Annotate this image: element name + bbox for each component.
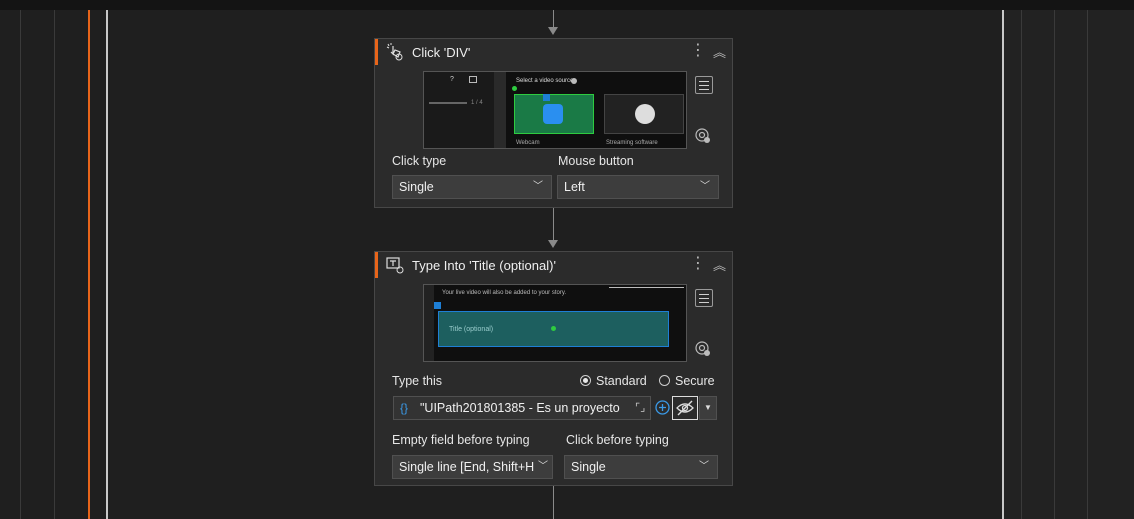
expand-editor-icon[interactable]: ⌜⌟ xyxy=(635,397,645,419)
guide-line xyxy=(1054,10,1055,519)
click-before-select[interactable]: Single ﹀ xyxy=(564,455,718,479)
card-header[interactable]: Type Into 'Title (optional)' ⋮ ︽ xyxy=(375,252,732,278)
more-options-icon[interactable]: ⋮ xyxy=(690,43,706,59)
mouse-button-label: Mouse button xyxy=(558,154,634,168)
target-screenshot: Your live video will also be added to yo… xyxy=(423,284,687,362)
collapse-icon[interactable]: ︽ xyxy=(713,42,726,61)
chevron-down-icon[interactable]: ▼ xyxy=(699,396,717,420)
hidden-eye-icon[interactable] xyxy=(672,396,698,420)
empty-field-label: Empty field before typing xyxy=(392,433,530,447)
guide-line xyxy=(54,10,55,519)
type-this-input[interactable]: {} "UIPath201801385 - Es un proyecto ⌜⌟ xyxy=(393,396,651,420)
chevron-down-icon: ﹀ xyxy=(538,461,548,472)
card-title: Click 'DIV' xyxy=(412,44,471,60)
flow-connector xyxy=(553,208,554,241)
type-into-activity-icon xyxy=(386,256,404,274)
card-title: Type Into 'Title (optional)' xyxy=(412,257,556,273)
mode-secure-radio[interactable]: Secure xyxy=(659,374,715,388)
chevron-down-icon: ﹀ xyxy=(700,181,710,192)
expression-icon: {} xyxy=(400,401,409,415)
chevron-down-icon: ﹀ xyxy=(533,181,543,192)
click-before-label: Click before typing xyxy=(566,433,669,447)
menu-icon[interactable] xyxy=(695,76,713,94)
right-pane xyxy=(1004,10,1134,519)
chevron-down-icon: ﹀ xyxy=(699,461,709,472)
empty-field-select[interactable]: Single line [End, Shift+H ﹀ xyxy=(392,455,553,479)
highlighted-target xyxy=(514,94,594,134)
collapse-icon[interactable]: ︽ xyxy=(713,255,726,274)
guide-line xyxy=(20,10,21,519)
top-bar xyxy=(0,0,1134,10)
click-type-label: Click type xyxy=(392,154,447,168)
type-this-label: Type this xyxy=(392,374,443,388)
flow-arrow xyxy=(548,27,558,35)
selected-branch-line xyxy=(88,10,90,519)
sequence-border-line xyxy=(1002,10,1004,519)
plus-circle-icon[interactable] xyxy=(655,400,670,415)
click-type-select[interactable]: Single ﹀ xyxy=(392,175,552,199)
type-into-activity-card[interactable]: Type Into 'Title (optional)' ⋮ ︽ Your li… xyxy=(374,251,733,486)
more-options-icon[interactable]: ⋮ xyxy=(690,256,706,272)
flow-connector xyxy=(553,486,554,519)
target-screenshot: ? 1 / 4 Select a video source Webcam Str… xyxy=(423,71,687,149)
click-activity-icon xyxy=(386,43,404,61)
highlighted-target: Title (optional) xyxy=(438,311,669,347)
click-activity-card[interactable]: Click 'DIV' ⋮ ︽ ? 1 / 4 Select a video s… xyxy=(374,38,733,208)
indicate-target-icon[interactable] xyxy=(695,128,711,144)
flow-connector xyxy=(553,10,554,28)
mouse-button-select[interactable]: Left ﹀ xyxy=(557,175,719,199)
mode-standard-radio[interactable]: Standard xyxy=(580,374,647,388)
indicate-target-icon[interactable] xyxy=(695,341,711,357)
flow-arrow xyxy=(548,240,558,248)
guide-line xyxy=(1021,10,1022,519)
guide-line xyxy=(1087,10,1088,519)
card-header[interactable]: Click 'DIV' ⋮ ︽ xyxy=(375,39,732,65)
menu-icon[interactable] xyxy=(695,289,713,307)
sequence-border-line xyxy=(106,10,108,519)
